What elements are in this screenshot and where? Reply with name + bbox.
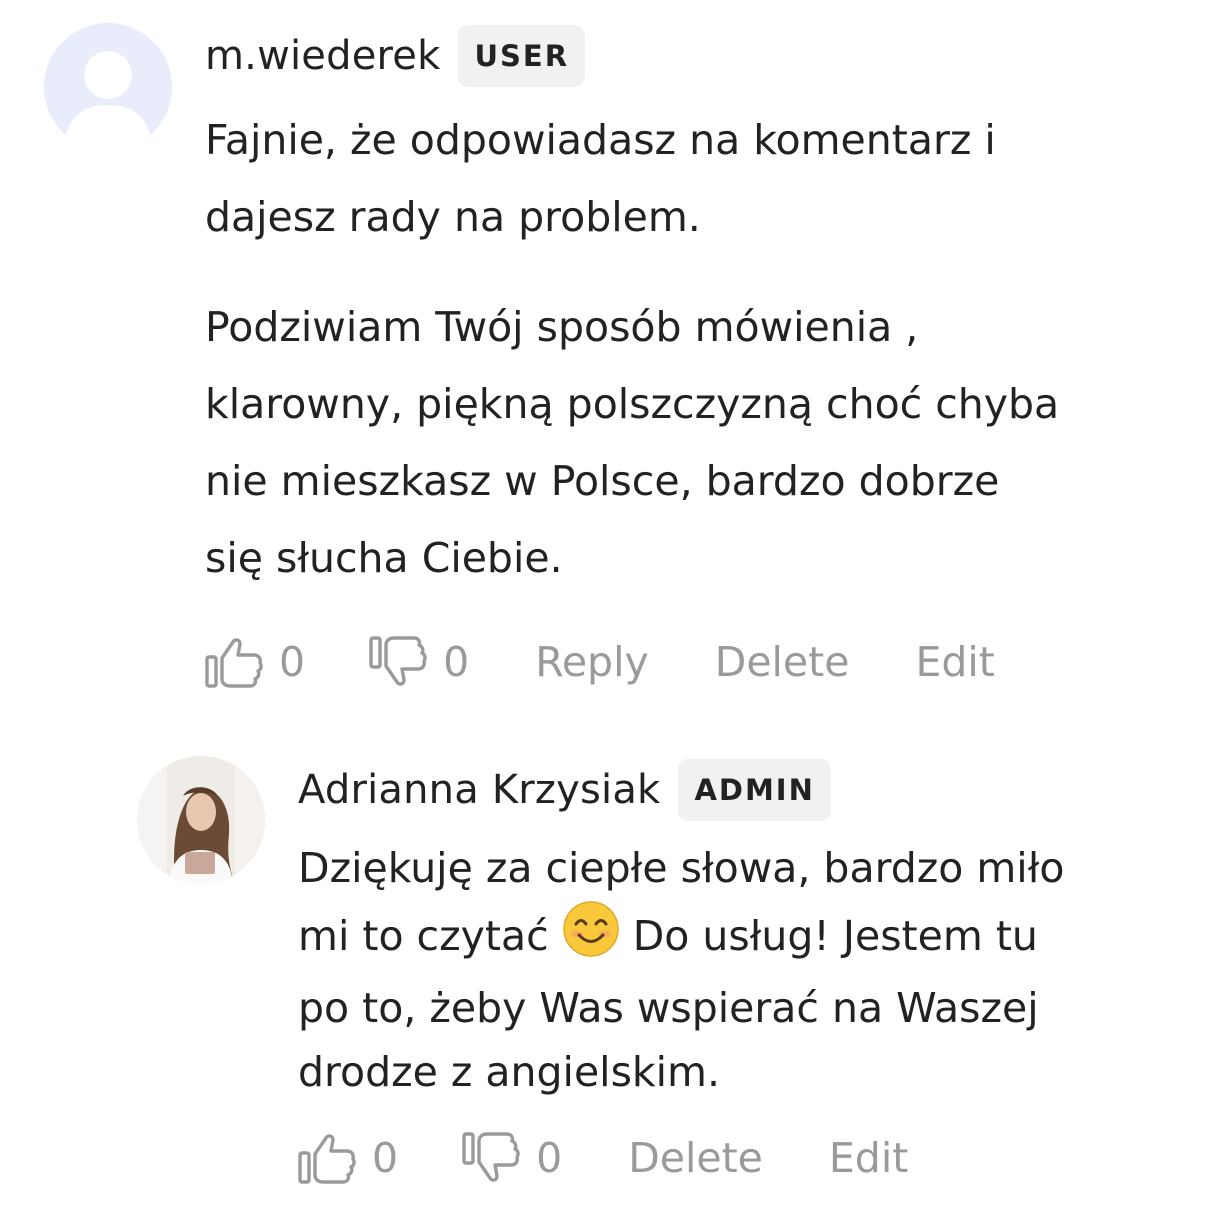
- comment-header: m.wiederek USER: [205, 24, 586, 88]
- text-line: Dziękuję za ciepłe słowa, bardzo miło: [298, 844, 1065, 892]
- thumbs-up-icon: [205, 638, 263, 688]
- comment-m-wiederek: m.wiederek USER Fajnie, że odpowiadasz n…: [0, 0, 1211, 720]
- text-line: nie mieszkasz w Polsce, bardzo dobrze: [205, 457, 1000, 505]
- text-line: mi to czytać Do usług! Jestem tu: [298, 901, 1038, 960]
- text-line: dajesz rady na problem.: [205, 193, 701, 241]
- role-badge: USER: [458, 25, 586, 87]
- comment-body: Fajnie, że odpowiadasz na komentarz i da…: [205, 102, 1059, 597]
- comment-adrianna-krzysiak: Adrianna Krzysiak ADMIN Dziękuję za ciep…: [0, 720, 1211, 1229]
- thumbs-down-icon: [462, 1132, 520, 1182]
- delete-button[interactable]: Delete: [628, 1134, 763, 1182]
- smiling-face-emoji: [562, 900, 620, 976]
- thumbs-up-icon: [298, 1134, 356, 1184]
- avatar-photo[interactable]: [137, 756, 265, 884]
- profile-photo-image: [137, 756, 265, 884]
- text-line: drodze z angielskim.: [298, 1048, 721, 1096]
- text-line: się słucha Ciebie.: [205, 534, 563, 582]
- text-fragment: Do usług! Jestem tu: [632, 912, 1038, 960]
- thumbs-down-icon: [369, 636, 427, 686]
- comment-header: Adrianna Krzysiak ADMIN: [298, 758, 831, 822]
- text-fragment: mi to czytać: [298, 912, 549, 960]
- dislike-count: 0: [536, 1134, 563, 1182]
- text-line: klarowny, piękną polszczyzną choć chyba: [205, 380, 1060, 428]
- reply-button[interactable]: Reply: [535, 638, 649, 686]
- edit-button[interactable]: Edit: [915, 638, 994, 686]
- like-count: 0: [279, 638, 306, 686]
- edit-button[interactable]: Edit: [829, 1134, 908, 1182]
- text-line: Fajnie, że odpowiadasz na komentarz i: [205, 116, 996, 164]
- like-button[interactable]: 0: [298, 1130, 398, 1186]
- text-line: Podziwiam Twój sposób mówienia ,: [205, 303, 919, 351]
- author-name[interactable]: Adrianna Krzysiak: [298, 767, 660, 813]
- comment-body: Dziękuję za ciepłe słowa, bardzo miło mi…: [298, 836, 1064, 1104]
- avatar-placeholder[interactable]: [44, 23, 172, 151]
- comment-actions: 0 0 Reply Delete Edit: [205, 632, 995, 692]
- paragraph: Podziwiam Twój sposób mówienia , klarown…: [205, 289, 1059, 597]
- dislike-count: 0: [443, 638, 470, 686]
- text-line: po to, żeby Was wspierać na Waszej: [298, 984, 1039, 1032]
- comment-actions: 0 0 Delete Edit: [298, 1128, 908, 1188]
- dislike-button[interactable]: 0: [369, 634, 469, 690]
- paragraph: Fajnie, że odpowiadasz na komentarz i da…: [205, 102, 1059, 256]
- dislike-button[interactable]: 0: [462, 1130, 562, 1186]
- author-name[interactable]: m.wiederek: [205, 33, 440, 79]
- like-button[interactable]: 0: [205, 634, 305, 690]
- user-silhouette-icon: [64, 51, 152, 151]
- like-count: 0: [372, 1134, 399, 1182]
- delete-button[interactable]: Delete: [715, 638, 850, 686]
- role-badge: ADMIN: [678, 759, 831, 821]
